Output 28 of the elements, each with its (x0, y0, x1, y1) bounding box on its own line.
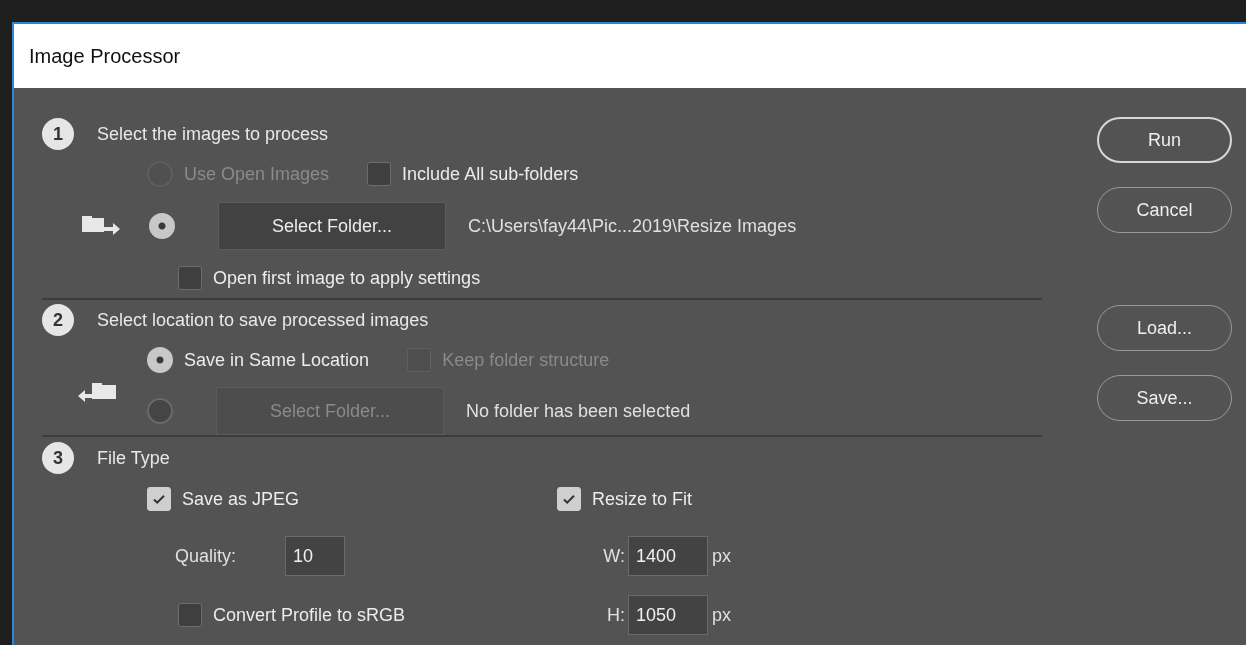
section-title: Select location to save processed images (97, 309, 429, 331)
option-label[interactable]: Resize to Fit (592, 488, 693, 510)
folder-path: No folder has been selected (466, 400, 691, 422)
option-label[interactable]: Save as JPEG (182, 488, 300, 510)
window-title: Image Processor (29, 44, 181, 68)
folder-path: C:\Users\fay44\Pic...2019\Resize Images (468, 215, 797, 237)
step-number: 3 (42, 442, 74, 474)
option-label[interactable]: Open first image to apply settings (213, 267, 481, 289)
checkbox[interactable] (178, 603, 202, 627)
option-label[interactable]: Convert Profile to sRGB (213, 604, 406, 626)
field-label: H: (606, 604, 626, 626)
width-field[interactable]: 1400 (628, 536, 708, 576)
section-title: Select the images to process (97, 123, 329, 145)
dialog-button[interactable]: Run (1097, 117, 1232, 163)
quality-field[interactable]: 10 (285, 536, 345, 576)
field-label: W: (602, 545, 626, 567)
option-label[interactable]: Include All sub-folders (402, 163, 579, 185)
option-label[interactable]: Save in Same Location (184, 349, 370, 371)
step-number: 2 (42, 304, 74, 336)
field-label: Quality: (175, 545, 238, 567)
checkbox[interactable] (178, 266, 202, 290)
select-folder-button[interactable]: Select Folder... (218, 202, 446, 250)
section-title: File Type (97, 447, 170, 469)
step-number: 1 (42, 118, 74, 150)
height-field[interactable]: 1050 (628, 595, 708, 635)
checkbox[interactable] (367, 162, 392, 186)
unit-label: px (712, 604, 731, 626)
unit-label: px (712, 545, 731, 567)
